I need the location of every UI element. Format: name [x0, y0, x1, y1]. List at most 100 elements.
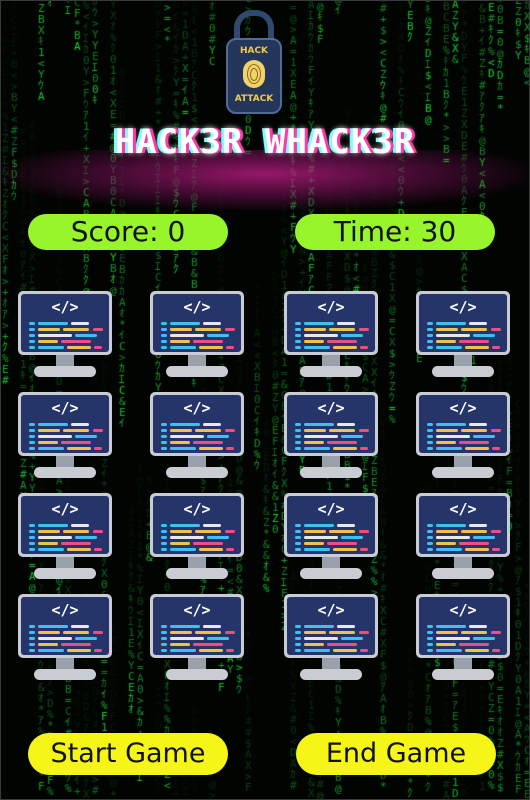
monitor-icon: </> — [284, 493, 378, 557]
code-line — [436, 625, 466, 628]
computer-target-4[interactable]: </> — [416, 291, 510, 379]
code-line — [226, 548, 234, 551]
code-line — [94, 447, 102, 450]
code-line — [38, 649, 64, 652]
code-line — [170, 542, 190, 545]
code-line — [295, 530, 301, 533]
computer-target-12[interactable]: </> — [416, 493, 510, 581]
monitor-screen: </> — [153, 496, 241, 554]
monitor-icon: </> — [416, 392, 510, 456]
code-line — [491, 429, 501, 432]
code-icon: </> — [449, 500, 477, 518]
monitor-icon: </> — [150, 291, 244, 355]
code-line — [161, 441, 167, 444]
code-line — [170, 536, 204, 539]
code-line — [427, 542, 433, 545]
code-line — [203, 524, 221, 527]
code-line — [38, 322, 68, 325]
code-line — [427, 441, 433, 444]
code-line — [29, 548, 35, 551]
monitor-screen: </> — [287, 395, 375, 453]
monitor-icon: </> — [284, 392, 378, 456]
code-line — [71, 322, 89, 325]
computer-target-8[interactable]: </> — [416, 392, 510, 480]
code-line — [29, 631, 35, 634]
monitor-screen: </> — [21, 395, 109, 453]
code-line — [327, 441, 357, 444]
code-line — [207, 637, 229, 640]
code-line — [295, 346, 301, 349]
code-line — [203, 625, 221, 628]
code-line — [170, 322, 200, 325]
start-game-button[interactable]: Start Game — [28, 733, 228, 775]
hack-attack-lock-logo: HACK ATTACK — [226, 10, 282, 114]
computer-target-13[interactable]: </> — [18, 594, 112, 682]
code-line — [465, 548, 489, 551]
code-line — [29, 340, 35, 343]
code-line — [207, 334, 229, 337]
monitor-base — [34, 568, 96, 579]
code-line — [170, 530, 192, 533]
code-line — [226, 346, 234, 349]
code-line — [341, 637, 363, 640]
code-line — [465, 649, 489, 652]
computer-target-9[interactable]: </> — [18, 493, 112, 581]
computer-target-11[interactable]: </> — [284, 493, 378, 581]
code-line — [94, 548, 102, 551]
code-line — [225, 328, 235, 331]
monitor-icon: </> — [18, 594, 112, 658]
code-line — [170, 649, 196, 652]
code-line — [436, 530, 458, 533]
computer-target-5[interactable]: </> — [18, 392, 112, 480]
end-game-button[interactable]: End Game — [296, 733, 496, 775]
code-line — [295, 548, 301, 551]
monitor-base — [432, 467, 494, 478]
monitor-base — [432, 568, 494, 579]
code-line — [459, 340, 489, 343]
code-line — [170, 328, 192, 331]
code-line — [304, 340, 324, 343]
code-line — [199, 346, 223, 349]
computer-target-1[interactable]: </> — [18, 291, 112, 379]
monitor-screen: </> — [287, 496, 375, 554]
code-icon: </> — [183, 500, 211, 518]
code-line — [75, 334, 97, 337]
code-line — [63, 631, 89, 634]
code-line — [161, 423, 167, 426]
code-line — [161, 542, 167, 545]
code-line — [170, 447, 196, 450]
code-line — [341, 536, 363, 539]
code-icon: </> — [51, 601, 79, 619]
code-line — [61, 542, 91, 545]
code-line — [207, 536, 229, 539]
code-line — [459, 441, 489, 444]
code-line — [195, 530, 221, 533]
code-line — [295, 441, 301, 444]
computer-target-14[interactable]: </> — [150, 594, 244, 682]
code-line — [161, 625, 167, 628]
monitor-screen: </> — [21, 597, 109, 655]
code-line — [67, 447, 91, 450]
code-line — [93, 530, 103, 533]
code-line — [304, 536, 338, 539]
logo-bottom-text: ATTACK — [234, 94, 274, 104]
computer-target-10[interactable]: </> — [150, 493, 244, 581]
monitor-icon: </> — [284, 291, 378, 355]
computer-target-16[interactable]: </> — [416, 594, 510, 682]
computer-target-3[interactable]: </> — [284, 291, 378, 379]
code-icon: </> — [317, 601, 345, 619]
monitor-base — [300, 568, 362, 579]
code-line — [304, 625, 334, 628]
code-line — [436, 346, 462, 349]
code-line — [436, 441, 456, 444]
code-line — [436, 328, 458, 331]
code-line — [427, 548, 433, 551]
computer-target-7[interactable]: </> — [284, 392, 378, 480]
code-line — [492, 649, 500, 652]
computer-target-6[interactable]: </> — [150, 392, 244, 480]
computer-target-15[interactable]: </> — [284, 594, 378, 682]
code-line — [38, 423, 68, 426]
code-icon: </> — [183, 399, 211, 417]
code-line — [61, 340, 91, 343]
computer-target-2[interactable]: </> — [150, 291, 244, 379]
